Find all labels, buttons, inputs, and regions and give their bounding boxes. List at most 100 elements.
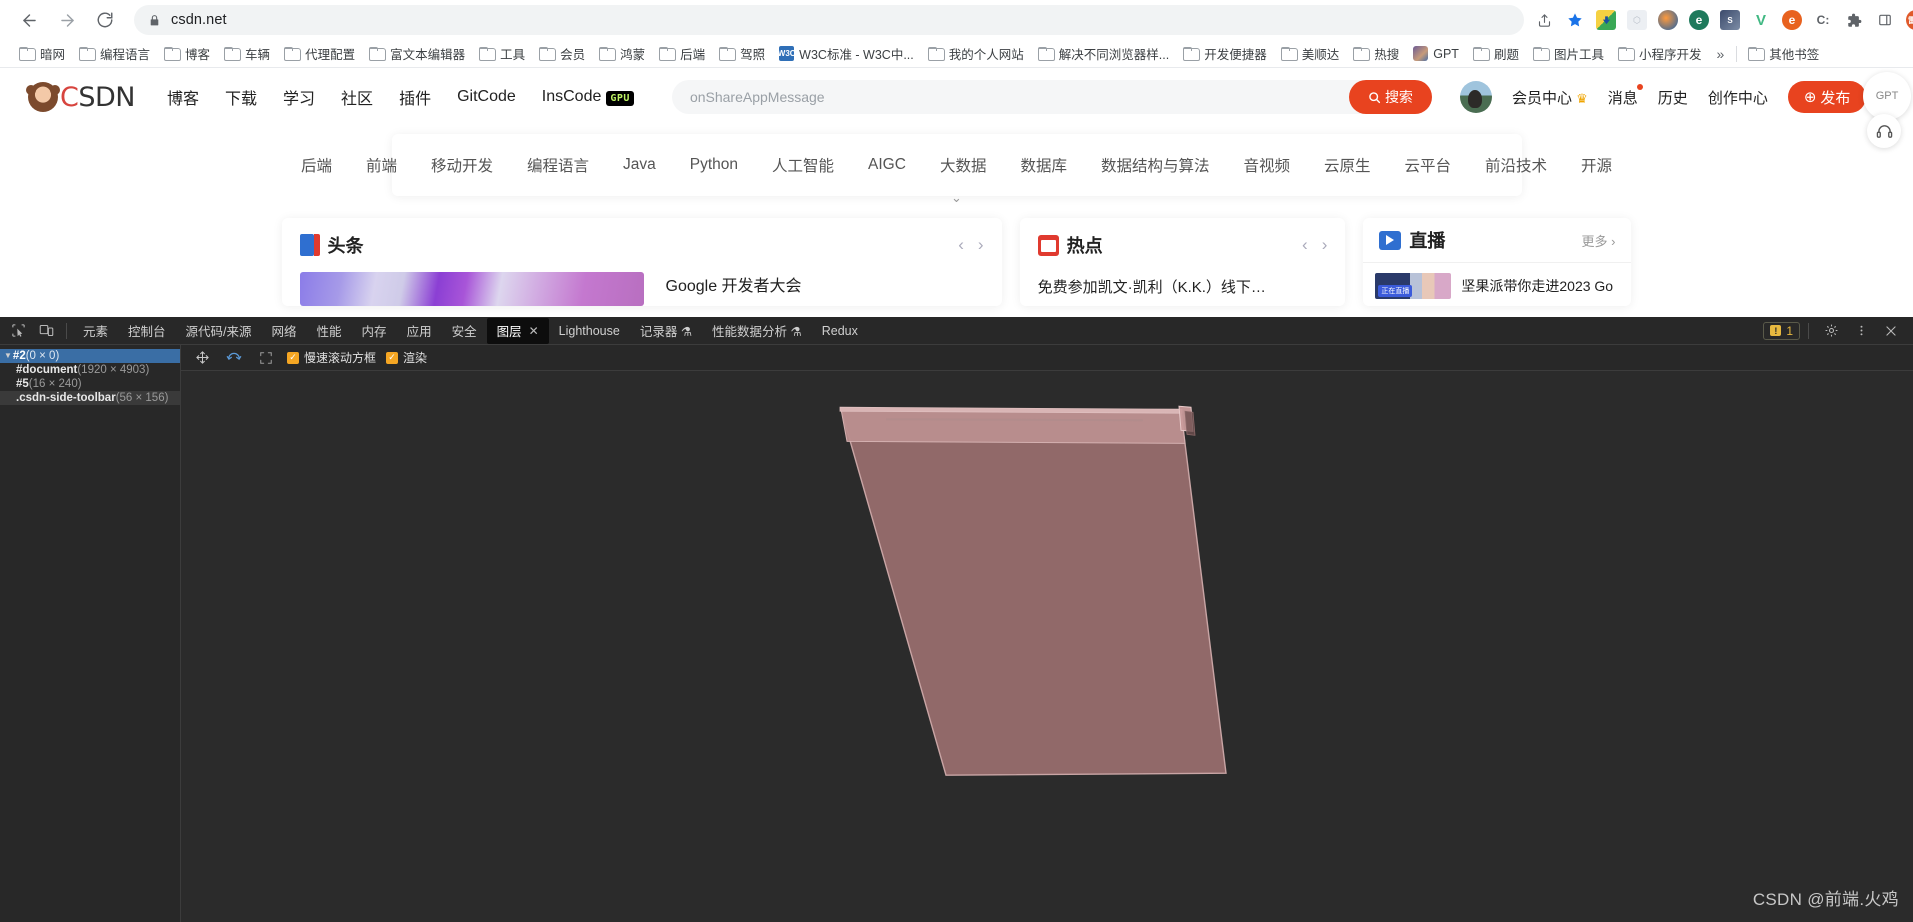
bookmark-item[interactable]: 鸿蒙 (592, 42, 652, 65)
c-ext-icon[interactable]: C: (1809, 6, 1837, 34)
csdn-nav-1[interactable]: 博客 (167, 85, 199, 109)
e2-ext-icon[interactable]: e (1778, 6, 1806, 34)
user-avatar[interactable] (1459, 81, 1492, 113)
layer-tree-row[interactable]: #5 (16 × 240) (0, 377, 180, 391)
bookmark-item[interactable]: 小程序开发 (1611, 42, 1709, 65)
devtools-tab-5[interactable]: 性能 (307, 318, 352, 344)
devtools-tab-1[interactable]: 元素 (73, 318, 118, 344)
devtools-tab-12[interactable]: 性能数据分析 ⚗ (702, 318, 812, 344)
share-icon[interactable] (1530, 6, 1558, 34)
category-16[interactable]: 开源 (1564, 154, 1629, 176)
headset-icon[interactable] (1867, 114, 1901, 148)
address-bar[interactable]: csdn.net (134, 5, 1524, 35)
messages-link[interactable]: 消息 (1608, 83, 1643, 108)
profile-avatar[interactable]: 雷鸣 (1902, 6, 1913, 34)
devtools-tab-4[interactable]: 网络 (262, 318, 307, 344)
side-gpt-button[interactable]: GPT (1863, 72, 1911, 120)
member-center-link[interactable]: 会员中心 ♛ (1512, 87, 1588, 108)
bookmark-item[interactable]: 我的个人网站 (921, 42, 1031, 65)
prev-arrow-icon[interactable]: ‹ (1302, 235, 1308, 255)
bookmark-item[interactable]: 暗网 (12, 42, 72, 65)
inspect-element-icon[interactable] (4, 318, 32, 344)
csdn-nav-6[interactable]: GitCode (457, 88, 516, 106)
bookmark-item[interactable]: 美顺达 (1274, 42, 1347, 65)
slow-scroll-rects-toggle[interactable]: ✓ 慢速滚动方框 (287, 349, 376, 366)
bookmark-item[interactable]: GPT (1406, 44, 1466, 63)
v-ext-icon[interactable]: V (1747, 6, 1775, 34)
bookmark-item[interactable]: 开发便捷器 (1176, 42, 1274, 65)
category-9[interactable]: 大数据 (923, 154, 1004, 176)
paint-toggle[interactable]: ✓ 渲染 (386, 349, 427, 366)
fire-ext-icon[interactable] (1654, 6, 1682, 34)
other-bookmarks-folder[interactable]: 其他书签 (1741, 42, 1826, 65)
devtools-tab-3[interactable]: 源代码/来源 (176, 318, 262, 344)
bookmark-item[interactable]: 编程语言 (72, 42, 157, 65)
live-more-link[interactable]: 更多 › (1582, 231, 1616, 250)
forward-icon[interactable] (50, 3, 84, 37)
category-11[interactable]: 数据结构与算法 (1084, 154, 1227, 176)
headline-item-text[interactable]: Google 开发者大会 (666, 272, 802, 306)
category-13[interactable]: 云原生 (1307, 154, 1388, 176)
creator-center-link[interactable]: 创作中心 (1708, 87, 1768, 108)
live-card-body[interactable]: 正在直播 坚果派带你走进2023 Go (1363, 263, 1631, 299)
category-1[interactable]: 后端 (284, 154, 349, 176)
bookmark-star-icon[interactable] (1561, 6, 1589, 34)
category-3[interactable]: 移动开发 (414, 154, 510, 176)
devtools-tab-13[interactable]: Redux (812, 318, 868, 344)
hot-item-text[interactable]: 免费参加凯文·凯利（K.K.）线下… (1038, 276, 1328, 297)
side-panel-icon[interactable] (1871, 6, 1899, 34)
csdn-nav-3[interactable]: 学习 (283, 85, 315, 109)
close-tab-icon[interactable]: ✕ (529, 324, 539, 338)
devtools-tab-11[interactable]: 记录器 ⚗ (630, 318, 702, 344)
bookmark-item[interactable]: 热搜 (1346, 42, 1406, 65)
csdn-search-box[interactable]: 搜索 (671, 80, 1432, 114)
category-5[interactable]: Java (606, 156, 673, 174)
bookmark-item[interactable]: 驾照 (712, 42, 772, 65)
more-vertical-icon[interactable] (1847, 318, 1875, 344)
bookmark-item[interactable]: W3C W3C标准 - W3C中... (772, 42, 921, 65)
publish-button[interactable]: ⊕ 发布 (1787, 81, 1867, 113)
expand-triangle-icon[interactable]: ▼ (4, 349, 12, 363)
grid-ext-icon[interactable]: ⬡ (1623, 6, 1651, 34)
bookmark-item[interactable]: 会员 (532, 42, 592, 65)
expand-categories-chevron[interactable]: ⌄ (951, 190, 962, 206)
prev-arrow-icon[interactable]: ‹ (958, 235, 964, 255)
category-15[interactable]: 前沿技术 (1468, 154, 1564, 176)
csdn-nav-5[interactable]: 插件 (399, 85, 431, 109)
close-devtools-icon[interactable] (1877, 318, 1905, 344)
csdn-logo[interactable]: CSDN (26, 82, 135, 113)
e-ext-icon[interactable]: e (1685, 6, 1713, 34)
bookmark-item[interactable]: 代理配置 (277, 42, 362, 65)
csdn-nav-7[interactable]: InsCode GPU (542, 88, 634, 106)
layer-tree-row[interactable]: ▼ #2 (0 × 0) (0, 349, 180, 363)
bookmark-item[interactable]: 图片工具 (1526, 42, 1611, 65)
back-icon[interactable] (12, 3, 46, 37)
category-7[interactable]: 人工智能 (755, 154, 851, 176)
bookmark-item[interactable]: 博客 (157, 42, 217, 65)
category-14[interactable]: 云平台 (1388, 154, 1469, 176)
category-10[interactable]: 数据库 (1003, 154, 1084, 176)
search-input[interactable] (671, 88, 1272, 106)
csdn-nav-2[interactable]: 下载 (225, 85, 257, 109)
pan-move-icon[interactable] (191, 348, 213, 368)
settings-gear-icon[interactable] (1817, 318, 1845, 344)
category-4[interactable]: 编程语言 (510, 154, 606, 176)
devtools-tab-9[interactable]: 图层 ✕ (486, 317, 549, 344)
download-ext-icon[interactable] (1592, 6, 1620, 34)
csdn-nav-4[interactable]: 社区 (341, 85, 373, 109)
bookmark-item[interactable]: 解决不同浏览器样... (1031, 42, 1176, 65)
category-12[interactable]: 音视频 (1226, 154, 1307, 176)
category-8[interactable]: AIGC (851, 156, 923, 174)
layer-tree-row[interactable]: .csdn-side-toolbar (56 × 156) (0, 391, 180, 405)
device-toolbar-icon[interactable] (32, 318, 60, 344)
category-6[interactable]: Python (673, 156, 755, 174)
rotate-icon[interactable] (223, 348, 245, 368)
category-2[interactable]: 前端 (349, 154, 414, 176)
headline-thumbnail[interactable] (299, 272, 644, 306)
layers-3d-canvas[interactable]: CSDN @前端.火鸡 (181, 371, 1913, 922)
warnings-badge[interactable]: ! 1 (1763, 321, 1800, 340)
reload-icon[interactable] (88, 3, 122, 37)
bookmark-item[interactable]: 刷题 (1466, 42, 1526, 65)
bookmark-item[interactable]: 富文本编辑器 (362, 42, 472, 65)
history-link[interactable]: 历史 (1658, 87, 1688, 108)
